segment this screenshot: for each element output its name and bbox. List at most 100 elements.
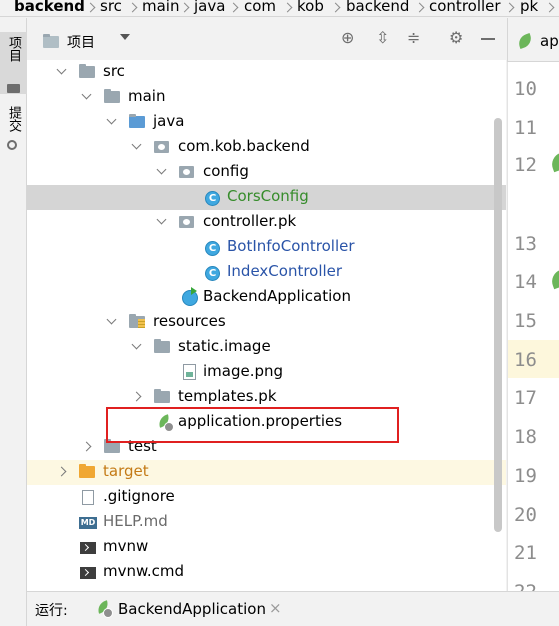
chevron-down-icon[interactable] xyxy=(132,142,141,151)
project-tool-tab[interactable]: 项目 xyxy=(0,32,27,94)
tree-item-static-image[interactable]: static.image xyxy=(27,335,506,360)
breadcrumb-item-pk[interactable]: pk xyxy=(520,0,538,15)
spring-gutter-icon[interactable] xyxy=(548,151,559,173)
collapse-all-icon[interactable]: ≑ xyxy=(407,30,420,46)
chevron-down-icon[interactable] xyxy=(107,117,116,126)
close-icon[interactable]: × xyxy=(269,599,282,617)
line-number: 12 xyxy=(514,154,537,176)
tree-item-label: CorsConfig xyxy=(227,187,309,205)
breadcrumb-item-kob[interactable]: kob xyxy=(297,0,324,15)
line-number: 11 xyxy=(514,117,537,139)
breadcrumb-item-src[interactable]: src xyxy=(100,0,122,15)
source-folder-icon xyxy=(129,114,145,128)
resources-folder-icon xyxy=(129,314,145,328)
line-number: 21 xyxy=(514,542,537,564)
tree-item-package[interactable]: com.kob.backend xyxy=(27,135,506,160)
markdown-icon: MD xyxy=(79,517,97,529)
excluded-folder-icon xyxy=(79,464,95,478)
expand-all-icon[interactable]: ⇳ xyxy=(376,30,389,46)
line-number: 17 xyxy=(514,387,537,409)
project-tool-tab-label: 项目 xyxy=(6,36,21,62)
tree-item-label: config xyxy=(203,162,249,180)
tree-item-index-controller[interactable]: C IndexController xyxy=(27,260,506,285)
project-panel-title[interactable]: 项目 xyxy=(67,32,95,52)
commit-icon xyxy=(7,140,17,150)
chevron-right-icon xyxy=(331,0,343,16)
tree-item-image-png[interactable]: image.png xyxy=(27,360,506,385)
terminal-icon xyxy=(80,542,96,554)
tree-item-controller-pk[interactable]: controller.pk xyxy=(27,210,506,235)
breadcrumb-item-backend[interactable]: backend xyxy=(14,0,85,15)
breadcrumb-item-java[interactable]: java xyxy=(194,0,225,15)
spring-boot-run-icon xyxy=(96,602,113,618)
spring-boot-application-icon xyxy=(182,287,198,306)
tree-item-label: resources xyxy=(153,312,226,330)
run-label: 运行: xyxy=(35,603,68,619)
spring-gutter-icon[interactable] xyxy=(548,268,559,290)
chevron-down-icon[interactable] xyxy=(82,92,91,101)
chevron-right-icon xyxy=(180,0,192,16)
vertical-scrollbar[interactable] xyxy=(494,118,502,532)
class-icon: C xyxy=(205,266,220,281)
project-folder-icon xyxy=(43,34,59,48)
tree-item-java[interactable]: java xyxy=(27,110,506,135)
tree-item-src[interactable]: src xyxy=(27,60,506,85)
line-number: 22 xyxy=(514,581,537,591)
tree-item-cors-config[interactable]: C CorsConfig xyxy=(27,185,506,210)
chevron-right-icon xyxy=(229,0,241,16)
tree-item-help-md[interactable]: MD HELP.md xyxy=(27,510,506,535)
run-config-name: BackendApplication xyxy=(118,600,266,618)
breadcrumb-item-main[interactable]: main xyxy=(142,0,179,15)
gear-icon[interactable]: ⚙ xyxy=(449,30,463,46)
minimize-icon[interactable] xyxy=(481,38,495,40)
project-panel-header: 项目 ⊕ ⇳ ≑ ⚙ xyxy=(27,18,506,60)
tree-item-label: HELP.md xyxy=(103,512,168,530)
chevron-down-icon[interactable] xyxy=(120,34,130,40)
class-icon: C xyxy=(205,241,220,256)
terminal-icon xyxy=(80,567,96,579)
tree-item-label: .gitignore xyxy=(103,487,175,505)
tree-item-resources[interactable]: resources xyxy=(27,310,506,335)
tree-item-bot-info-controller[interactable]: C BotInfoController xyxy=(27,235,506,260)
tree-item-backend-application[interactable]: BackendApplication xyxy=(27,285,506,310)
chevron-right-icon xyxy=(545,0,557,16)
project-tree[interactable]: src main java com.kob.backend config C C… xyxy=(27,60,506,591)
tree-item-label: IndexController xyxy=(227,262,343,280)
editor-tab-strip: application.properties xyxy=(507,18,559,62)
commit-tool-tab[interactable]: 提交 xyxy=(0,102,27,164)
tree-item-label: target xyxy=(103,462,149,480)
tree-item-target[interactable]: target xyxy=(27,460,506,485)
folder-icon xyxy=(104,89,120,103)
editor-tab-application-properties[interactable]: application.properties xyxy=(540,32,559,50)
chevron-right-icon[interactable] xyxy=(84,442,93,451)
tree-item-gitignore[interactable]: .gitignore xyxy=(27,485,506,510)
breadcrumb-item-backend-pkg[interactable]: backend xyxy=(346,0,409,15)
chevron-down-icon[interactable] xyxy=(57,67,66,76)
chevron-down-icon[interactable] xyxy=(157,217,166,226)
line-number: 18 xyxy=(514,426,537,448)
chevron-right-icon[interactable] xyxy=(59,467,68,476)
tree-item-main[interactable]: main xyxy=(27,85,506,110)
chevron-right-icon xyxy=(283,0,295,16)
tree-item-mvnw-cmd[interactable]: mvnw.cmd xyxy=(27,560,506,585)
run-tool-bar: 运行: BackendApplication × xyxy=(27,591,559,626)
class-icon: C xyxy=(205,191,220,206)
chevron-down-icon[interactable] xyxy=(107,317,116,326)
package-icon xyxy=(179,216,194,228)
tree-item-mvnw[interactable]: mvnw xyxy=(27,535,506,560)
chevron-right-icon[interactable] xyxy=(134,392,143,401)
line-number: 14 xyxy=(514,271,537,293)
chevron-down-icon[interactable] xyxy=(157,167,166,176)
breadcrumb: backend src main java com kob backend co… xyxy=(0,0,559,17)
line-number: 19 xyxy=(514,465,537,487)
tree-item-label: BackendApplication xyxy=(203,287,351,305)
line-number: 20 xyxy=(514,504,537,526)
breadcrumb-item-controller[interactable]: controller xyxy=(429,0,501,15)
tree-item-config[interactable]: config xyxy=(27,160,506,185)
locate-icon[interactable]: ⊕ xyxy=(341,30,354,46)
breadcrumb-item-com[interactable]: com xyxy=(244,0,276,15)
tree-item-label: com.kob.backend xyxy=(178,137,310,155)
chevron-down-icon[interactable] xyxy=(132,342,141,351)
tree-item-label: main xyxy=(128,87,166,105)
run-tab-backend-application[interactable]: BackendApplication × xyxy=(89,592,319,626)
